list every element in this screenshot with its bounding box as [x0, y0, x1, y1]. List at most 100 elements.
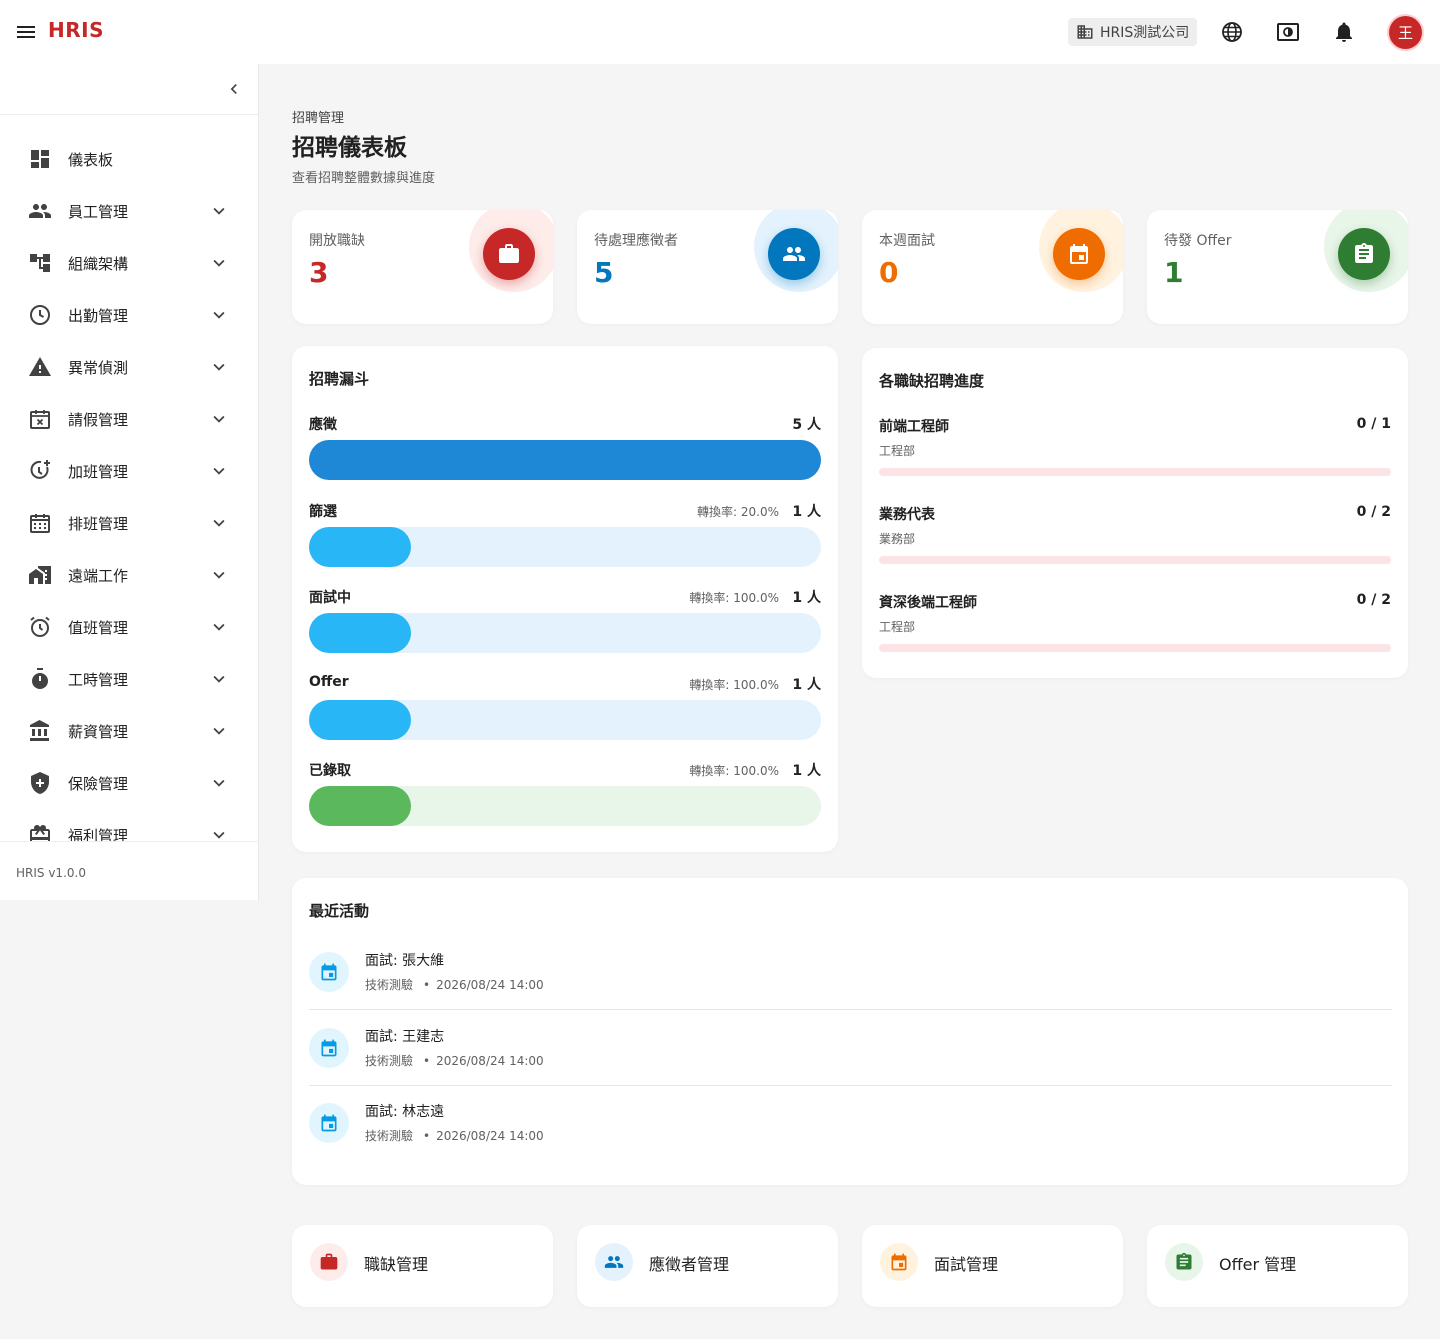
recent-activity-card: 最近活動 面試: 張大維 技術測驗 • 2026/08/24 14:00 面試: 王建志…: [292, 878, 1408, 1185]
stat-value: 5: [594, 256, 614, 289]
stat-label: 待處理應徵者: [594, 233, 678, 249]
activity-item[interactable]: 面試: 林志遠 技術測驗 • 2026/08/24 14:00: [309, 1085, 1392, 1161]
stat-value: 1: [1164, 256, 1184, 289]
sidebar-item[interactable]: 保險管理: [0, 757, 259, 809]
funnel-conversion-rate: 轉換率: 100.0%: [689, 591, 779, 605]
funnel-bar-track: [309, 440, 821, 480]
sidebar-item[interactable]: 儀表板: [0, 133, 259, 185]
job-department: 業務部: [879, 532, 916, 546]
dashboard-icon: [31, 150, 49, 168]
funnel-bar-fill: [309, 440, 821, 480]
stat-card: 待處理應徵者 5: [577, 210, 838, 324]
chevron-down-icon: [213, 519, 225, 527]
sidebar-item[interactable]: 員工管理: [0, 185, 259, 237]
funnel-stage-label: 應徵: [309, 417, 337, 433]
sidebar-item[interactable]: 福利管理: [0, 809, 259, 841]
sidebar-item-label: 排班管理: [68, 514, 129, 533]
breadcrumb[interactable]: 招聘管理: [292, 107, 344, 126]
quick-link-label: Offer 管理: [1219, 1255, 1297, 1274]
sidebar-item[interactable]: 值班管理: [0, 601, 259, 653]
sidebar-item-label: 薪資管理: [68, 722, 129, 741]
sidebar-item-label: 保險管理: [68, 774, 129, 793]
funnel-bar-fill: [309, 526, 412, 567]
stat-value: 0: [879, 256, 899, 289]
chevron-down-icon: [213, 623, 225, 631]
stat-label: 待發 Offer: [1164, 233, 1232, 249]
sidebar-item[interactable]: 組織架構: [0, 237, 259, 289]
sidebar-item-label: 員工管理: [68, 202, 129, 221]
funnel-bar-track: [309, 526, 821, 567]
quick-link-card[interactable]: 面試管理: [862, 1225, 1123, 1307]
sidebar-nav: 儀表板員工管理組織架構 出勤管理異常偵測請假管理加班管理排班管理遠端工作值班管理工…: [0, 133, 259, 841]
sidebar-item[interactable]: 請假管理: [0, 393, 259, 445]
sidebar-item[interactable]: 遠端工作: [0, 549, 259, 601]
chevron-down-icon: [213, 207, 225, 215]
funnel-conversion-rate: 轉換率: 20.0%: [697, 504, 779, 519]
activity-item[interactable]: 面試: 王建志 技術測驗 • 2026/08/24 14:00: [309, 1010, 1392, 1086]
funnel-bar-fill: [309, 613, 412, 653]
stat-value: 3: [309, 256, 329, 289]
chevron-down-icon: [213, 259, 225, 267]
clock-plus-icon: [30, 460, 50, 479]
sidebar-item[interactable]: 排班管理: [0, 497, 259, 549]
funnel-bar-fill: [309, 699, 412, 740]
funnel-stage-count: 5 人: [792, 417, 821, 433]
sidebar-item[interactable]: 加班管理: [0, 445, 259, 497]
menu-icon[interactable]: [14, 20, 38, 44]
quick-link-label: 面試管理: [934, 1255, 999, 1274]
chevron-down-icon: [213, 311, 225, 319]
sidebar-item[interactable]: 出勤管理: [0, 289, 259, 341]
brand-logo[interactable]: HRIS: [48, 18, 104, 42]
company-selector[interactable]: HRIS測試公司: [1068, 18, 1198, 46]
funnel-stage-count: 1 人: [792, 503, 821, 520]
activity-item[interactable]: 面試: 張大維 技術測驗 • 2026/08/24 14:00: [309, 934, 1392, 1010]
user-avatar[interactable]: 王: [1389, 16, 1422, 49]
stat-icon-circle: [1053, 228, 1105, 280]
quick-link-card[interactable]: 應徵者管理: [577, 1225, 838, 1307]
activity-meta: 技術測驗 • 2026/08/24 14:00: [365, 976, 544, 993]
chevron-down-icon: [213, 779, 225, 787]
chevron-left-icon[interactable]: [224, 79, 244, 99]
quick-link-card[interactable]: 職缺管理: [292, 1225, 553, 1307]
funnel-stage-count: 1 人: [792, 676, 821, 693]
sidebar-footer: HRIS v1.0.0: [0, 841, 259, 900]
job-hire-ratio: 0 / 2: [1356, 504, 1391, 520]
activity-time: 2026/08/24 14:00: [436, 1129, 544, 1143]
quick-link-card[interactable]: Offer 管理: [1147, 1225, 1408, 1307]
page-title: 招聘儀表板: [292, 135, 407, 161]
funnel-stage: 篩選 轉換率: 20.0% 1 人: [309, 501, 821, 581]
quick-link-icon-circle: [310, 1243, 348, 1281]
funnel-stage-label: 篩選: [309, 503, 337, 520]
job-title: 資深後端工程師: [879, 595, 977, 611]
funnel-stage: 應徵 5 人: [309, 414, 821, 494]
chevron-down-icon: [213, 571, 225, 579]
funnel-stage: Offer 轉換率: 100.0% 1 人: [309, 674, 821, 754]
funnel-bar-track: [309, 786, 821, 826]
funnel-stage-label: Offer: [309, 673, 349, 690]
activity-time: 2026/08/24 14:00: [436, 978, 544, 992]
funnel-bar-track: [309, 699, 821, 740]
sidebar-item-label: 異常偵測: [68, 358, 129, 377]
sidebar-item[interactable]: 工時管理: [0, 653, 259, 705]
timer-icon: [32, 668, 48, 689]
sidebar-item-label: 請假管理: [68, 410, 129, 429]
language-icon[interactable]: [1220, 20, 1244, 44]
job-title: 前端工程師: [879, 419, 949, 435]
activity-title: 面試: 王建志: [365, 1028, 445, 1045]
stat-icon-circle: [483, 228, 535, 280]
sidebar-item-label: 遠端工作: [68, 566, 129, 585]
activity-type: 技術測驗: [365, 1053, 414, 1068]
sidebar-item[interactable]: 異常偵測: [0, 341, 259, 393]
job-progress-track: [879, 468, 1391, 476]
activity-meta: 技術測驗 • 2026/08/24 14:00: [365, 1127, 544, 1144]
calendar-icon: [1070, 244, 1088, 264]
shield-icon: [31, 772, 49, 794]
briefcase-icon: [499, 244, 519, 263]
people-icon: [604, 1256, 624, 1268]
funnel-conversion-rate: 轉換率: 100.0%: [689, 677, 779, 692]
sidebar-item[interactable]: 薪資管理: [0, 705, 259, 757]
sidebar-item-label: 儀表板: [68, 150, 114, 169]
notification-bell-icon[interactable]: [1332, 20, 1356, 44]
sidebar-item-label: 值班管理: [68, 618, 129, 637]
theme-toggle-icon[interactable]: [1276, 20, 1300, 44]
